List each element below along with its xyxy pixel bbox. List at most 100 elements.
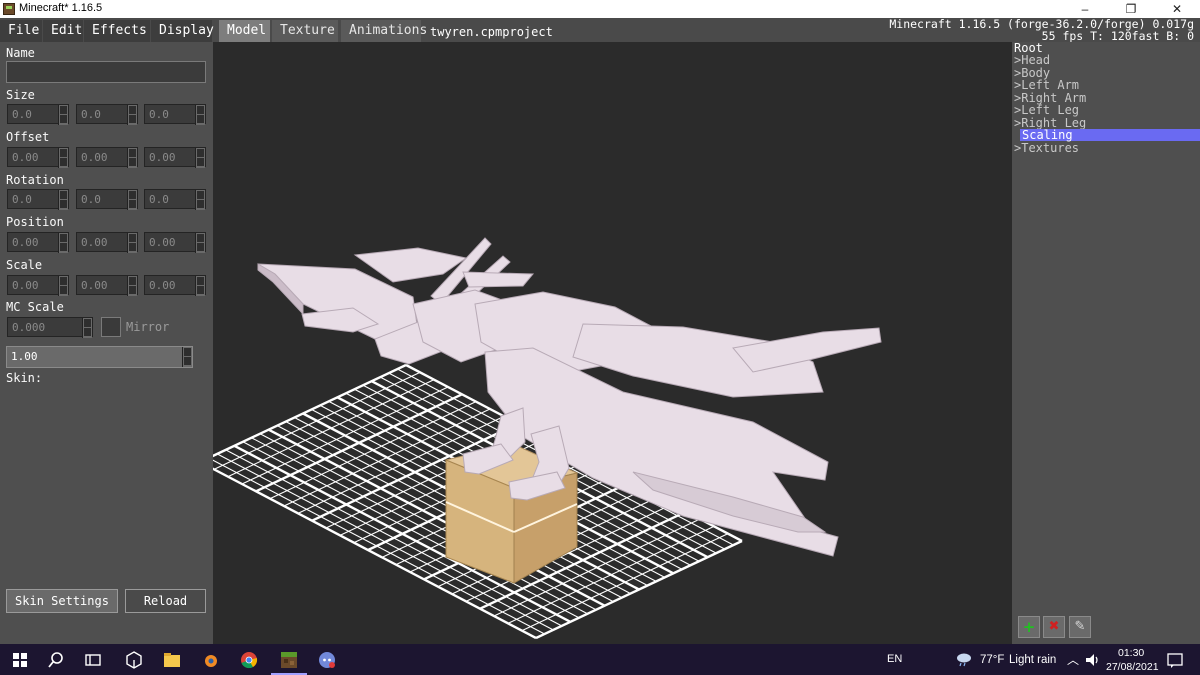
spinner-arrows-icon[interactable]	[58, 148, 68, 168]
volume-icon[interactable]	[1083, 650, 1103, 670]
scale-z-value: 0.00	[149, 279, 176, 292]
search-icon[interactable]	[46, 650, 66, 670]
discord-icon[interactable]	[317, 650, 337, 670]
scale-z-stepper[interactable]: 0.00	[144, 275, 206, 296]
unity-icon[interactable]	[124, 650, 144, 670]
offset-label: Offset	[6, 130, 50, 144]
model-viewport[interactable]	[213, 42, 1012, 644]
keyboard-layout[interactable]: EN	[887, 653, 902, 665]
tree-item-scaling[interactable]: Scaling	[1020, 129, 1200, 141]
model-tree-panel: Root >Head >Body >Left Arm >Right Arm >L…	[1012, 42, 1200, 644]
position-y-value: 0.00	[81, 236, 108, 249]
delete-element-button[interactable]: ✖	[1043, 616, 1065, 638]
windows-start-icon[interactable]	[10, 650, 30, 670]
offset-x-value: 0.00	[12, 151, 39, 164]
rotation-y-stepper[interactable]: 0.0	[76, 189, 138, 210]
size-label: Size	[6, 88, 35, 102]
weather-description[interactable]: Light rain	[1009, 654, 1056, 666]
mc-scale-label: MC Scale	[6, 300, 64, 314]
edit-element-button[interactable]: ✎	[1069, 616, 1091, 638]
spinner-arrows-icon[interactable]	[195, 276, 205, 296]
size-y-value: 0.0	[81, 108, 101, 121]
spinner-arrows-icon[interactable]	[58, 276, 68, 296]
position-x-value: 0.00	[12, 236, 39, 249]
rain-cloud-icon[interactable]	[954, 649, 974, 669]
menu-display[interactable]: Display	[151, 20, 214, 42]
spinner-arrows-icon[interactable]	[127, 105, 137, 125]
tab-texture[interactable]: Texture	[272, 20, 338, 42]
minecraft-app-icon	[3, 3, 15, 15]
position-z-stepper[interactable]: 0.00	[144, 232, 206, 253]
name-field[interactable]	[6, 61, 206, 83]
properties-panel: Name Size 0.0 0.0 0.0 Offset 0.00 0.00 0…	[0, 42, 213, 644]
spinner-arrows-icon[interactable]	[58, 233, 68, 253]
chevron-up-icon[interactable]: ︿	[1067, 651, 1079, 668]
window-title: Minecraft* 1.16.5	[19, 2, 103, 14]
spinner-arrows-icon[interactable]	[127, 276, 137, 296]
rotation-label: Rotation	[6, 173, 64, 187]
size-y-stepper[interactable]: 0.0	[76, 104, 138, 125]
spinner-arrows-icon[interactable]	[58, 190, 68, 210]
rotation-x-value: 0.0	[12, 193, 32, 206]
size-x-stepper[interactable]: 0.0	[7, 104, 69, 125]
menu-file[interactable]: File	[0, 20, 42, 42]
clock-time[interactable]: 01:30	[1118, 647, 1144, 659]
debug-overlay: Minecraft 1.16.5 (forge-36.2.0/forge) 0.…	[889, 18, 1194, 42]
scale-y-value: 0.00	[81, 279, 108, 292]
spinner-arrows-icon[interactable]	[127, 190, 137, 210]
spinner-arrows-icon[interactable]	[127, 148, 137, 168]
plus-icon: +	[1022, 618, 1036, 636]
file-explorer-icon[interactable]	[162, 650, 182, 670]
spinner-arrows-icon[interactable]	[82, 318, 92, 338]
scale-y-stepper[interactable]: 0.00	[76, 275, 138, 296]
weather-temperature[interactable]: 77°F	[980, 654, 1004, 666]
window-titlebar: Minecraft* 1.16.5 – ❐ ✕	[0, 0, 1200, 18]
close-button[interactable]: ✕	[1154, 0, 1200, 18]
rotation-y-value: 0.0	[81, 193, 101, 206]
task-view-icon[interactable]	[83, 650, 103, 670]
scale-x-stepper[interactable]: 0.00	[7, 275, 69, 296]
spinner-arrows-icon[interactable]	[127, 233, 137, 253]
minecraft-taskbar-icon[interactable]	[279, 650, 299, 670]
tree-item-left-arm[interactable]: >Left Arm	[1014, 79, 1079, 91]
blender-icon[interactable]	[200, 650, 220, 670]
offset-x-stepper[interactable]: 0.00	[7, 147, 69, 168]
tree-item-head[interactable]: >Head	[1014, 54, 1050, 66]
minimize-button[interactable]: –	[1062, 0, 1108, 18]
maximize-button[interactable]: ❐	[1108, 0, 1154, 18]
mirror-checkbox[interactable]	[101, 317, 121, 337]
spinner-arrows-icon[interactable]	[195, 105, 205, 125]
global-scale-stepper[interactable]: 1.00	[6, 346, 193, 368]
viewport-canvas[interactable]	[213, 42, 1012, 644]
chrome-icon[interactable]	[239, 650, 259, 670]
spinner-arrows-icon[interactable]	[58, 105, 68, 125]
menu-edit[interactable]: Edit	[43, 20, 83, 42]
tab-model[interactable]: Model	[219, 20, 270, 42]
menu-effects[interactable]: Effects	[84, 20, 150, 42]
position-x-stepper[interactable]: 0.00	[7, 232, 69, 253]
spinner-arrows-icon[interactable]	[195, 148, 205, 168]
position-label: Position	[6, 215, 64, 229]
size-z-value: 0.0	[149, 108, 169, 121]
position-y-stepper[interactable]: 0.00	[76, 232, 138, 253]
rotation-z-stepper[interactable]: 0.0	[144, 189, 206, 210]
skin-settings-button[interactable]: Skin Settings	[6, 589, 118, 613]
spinner-arrows-icon[interactable]	[182, 347, 192, 367]
offset-y-value: 0.00	[81, 151, 108, 164]
offset-y-stepper[interactable]: 0.00	[76, 147, 138, 168]
tab-animations[interactable]: Animations	[341, 20, 427, 42]
spinner-arrows-icon[interactable]	[195, 233, 205, 253]
tree-item-textures[interactable]: >Textures	[1014, 142, 1079, 154]
offset-z-stepper[interactable]: 0.00	[144, 147, 206, 168]
mc-scale-stepper[interactable]: 0.000	[7, 317, 93, 338]
rotation-x-stepper[interactable]: 0.0	[7, 189, 69, 210]
spinner-arrows-icon[interactable]	[195, 190, 205, 210]
reload-button[interactable]: Reload	[125, 589, 206, 613]
position-z-value: 0.00	[149, 236, 176, 249]
tree-item-left-leg[interactable]: >Left Leg	[1014, 104, 1079, 116]
size-z-stepper[interactable]: 0.0	[144, 104, 206, 125]
clock-date[interactable]: 27/08/2021	[1106, 661, 1159, 673]
mirror-label: Mirror	[126, 320, 170, 334]
add-element-button[interactable]: +	[1018, 616, 1040, 638]
notifications-icon[interactable]	[1165, 650, 1185, 670]
